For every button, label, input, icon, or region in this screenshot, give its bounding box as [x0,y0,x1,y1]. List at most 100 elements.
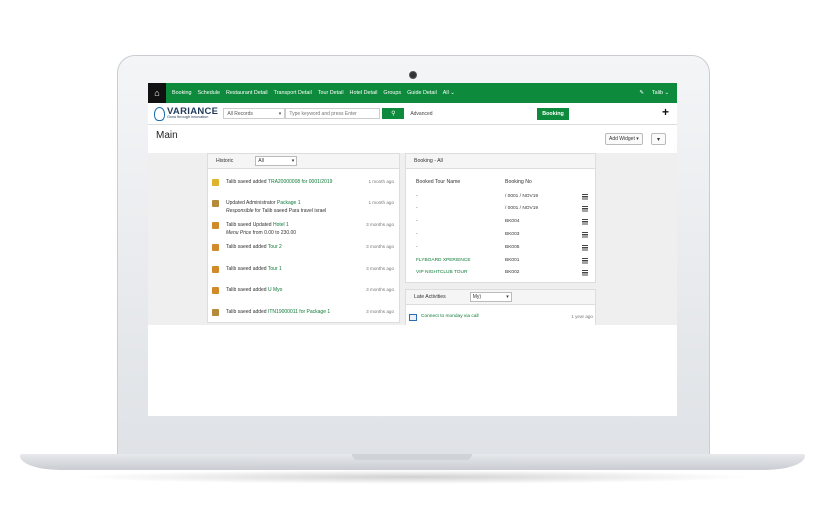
table-row: VIP NIGHTCLUB TOUR BK002 [416,270,588,279]
history-verb: added [252,287,267,293]
history-user: Talib saeed [226,179,252,185]
list-icon[interactable] [582,219,588,225]
booking-no: BK001 [505,258,520,263]
booking-no: BK005 [505,245,520,250]
history-verb: added [252,309,267,315]
history-line1-pre: Updated [226,200,245,206]
history-time: 3 months ago [366,266,394,271]
nav-all[interactable]: All ⌄ [443,90,455,96]
history-link[interactable]: Package 1 [277,200,301,206]
history-link[interactable]: Tour 2 [268,244,282,250]
search-input[interactable] [285,108,381,119]
nav-restaurant-detail[interactable]: Restaurant Detail [226,90,268,96]
search-button[interactable]: ⚲ [382,108,405,119]
booking-no: BK002 [505,270,520,275]
chevron-down-icon: ⌄ [664,90,669,96]
late-activities-filter-select[interactable]: My) ▾ [469,292,512,302]
history-field: Responsible [226,207,254,214]
tour-name: - [416,245,418,250]
add-widget-button[interactable]: Add Widget ▾ [605,133,643,145]
tour-name-link[interactable]: FLYBOARD XPERIENCE [416,258,471,263]
booking-no: BK004 [505,219,520,224]
table-row: FLYBOARD XPERIENCE BK001 [416,258,588,267]
add-icon[interactable]: + [662,105,669,119]
tour-name-link[interactable]: VIP NIGHTCLUB TOUR [416,270,467,275]
booking-button[interactable]: Booking [537,108,569,120]
caret-down-icon: ▾ [291,158,295,164]
late-activities-panel: Late Activities My) ▾ Connect to monday … [405,289,596,325]
history-link[interactable]: ITN19000011 for Package 1 [268,309,330,315]
logo: VARIANCE Grow through innovation [154,106,218,121]
user-menu[interactable]: Talib ⌄ [652,90,669,96]
historic-filter-select[interactable]: All ▾ [255,156,298,166]
logo-tagline: Grow through innovation [167,115,209,120]
history-text: Updated Administrator Package 1 Responsi… [226,200,366,215]
historic-panel: Historic All ▾ Talib saeed added TRA2000… [207,153,400,323]
history-verb: Updated [252,222,272,228]
caret-down-icon: ▾ [278,110,282,117]
tour-name: - [416,194,418,199]
history-link[interactable]: U Myo [268,287,282,293]
nav-schedule[interactable]: Schedule [197,90,219,96]
history-text: Talib saeed added TRA20000008 for 0001/2… [226,179,366,187]
history-line1-bold: Administrator [246,200,276,206]
laptop-notch [352,454,472,460]
list-icon[interactable] [582,194,588,200]
history-time: 3 months ago [366,222,394,227]
history-val-c: 230.00 [280,229,297,236]
history-link[interactable]: Hotel 1 [273,222,289,228]
pencil-icon[interactable]: ✎ [639,90,644,96]
chevron-down-icon: ⌄ [450,90,455,96]
history-item: Talib saeed added Tour 2 3 months ago [212,244,394,256]
activity-link[interactable]: Connect to monday via call [421,314,479,319]
late-activities-title: Late Activities [414,294,446,300]
table-row: - BK003 [416,232,588,241]
history-link[interactable]: TRA20000008 for 0001/2019 [268,179,333,185]
caret-down-icon: ▾ [636,136,639,142]
record-type-select[interactable]: All Records ▾ [223,108,286,119]
history-item: Talib saeed Updated Hotel 1 Menu Price f… [212,222,394,242]
nav-tour-detail[interactable]: Tour Detail [318,90,344,96]
history-time: 1 month ago [368,200,394,205]
list-icon[interactable] [582,245,588,251]
list-icon[interactable] [582,270,588,276]
history-verb: added [252,244,267,250]
tour-icon [212,266,219,273]
package-icon [212,200,219,207]
nav-transport-detail[interactable]: Transport Detail [274,90,312,96]
list-icon[interactable] [582,206,588,212]
history-time: 3 months ago [366,287,394,292]
hotel-icon [212,222,219,229]
list-icon[interactable] [582,258,588,264]
nav-booking[interactable]: Booking [172,90,191,96]
logo-text: VARIANCE Grow through innovation [167,107,218,120]
late-filter-value: My) [472,294,482,300]
history-item: Talib saeed added U Myo 3 months ago [212,287,394,299]
package-icon [212,309,219,316]
nav-hotel-detail[interactable]: Hotel Detail [350,90,378,96]
history-val-b: Para [288,207,300,214]
nav-guide-detail[interactable]: Guide Detail [407,90,437,96]
history-verb: added [252,179,267,185]
activity-item: Connect to monday via call 1 year ago [409,314,593,323]
list-icon[interactable] [582,232,588,238]
bulb-icon [154,106,165,121]
late-activities-header: Late Activities My) ▾ [406,290,595,305]
history-text: Talib saeed added ITN19000011 for Packag… [226,309,366,317]
history-time: 1 month ago [368,179,394,184]
history-val-b: to [275,229,280,236]
advanced-link[interactable]: Advanced [410,111,432,117]
tour-name: - [416,206,418,211]
more-options-button[interactable]: ▾ [651,133,666,145]
booking-title: Booking - All [414,158,443,164]
history-item: Updated Administrator Package 1 Responsi… [212,200,394,220]
booking-no: / 0001 / NOV19 [505,194,539,199]
tour-name: - [416,232,418,237]
laptop-shadow [70,470,755,484]
home-icon[interactable]: ⌂ [148,83,166,103]
history-user: Talib saeed [226,287,252,293]
camera-icon [409,71,417,79]
nav-groups[interactable]: Groups [383,90,401,96]
history-link[interactable]: Tour 1 [268,266,282,272]
history-time: 3 months ago [366,309,394,314]
